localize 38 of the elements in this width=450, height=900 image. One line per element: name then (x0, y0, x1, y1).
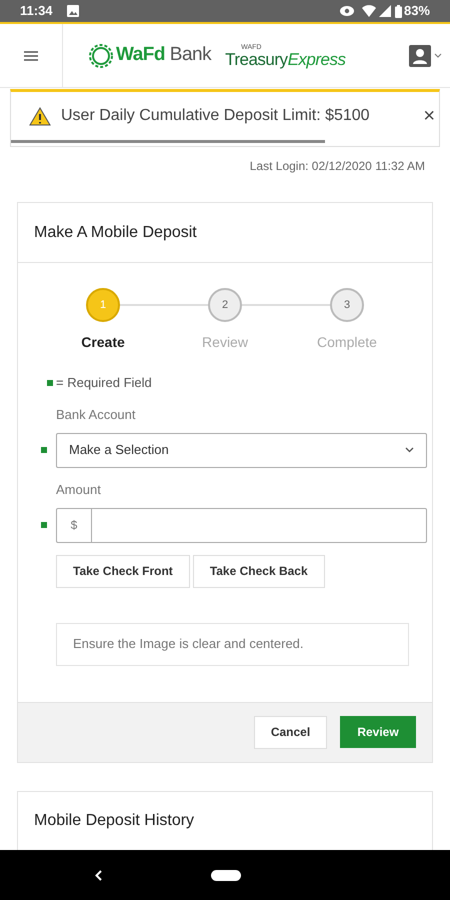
required-legend: = Required Field (56, 373, 152, 392)
field-label: Bank Account (56, 406, 136, 422)
home-icon[interactable] (211, 870, 241, 880)
card-title: Mobile Deposit History (34, 811, 194, 831)
step-label: Create (81, 333, 125, 352)
amount-field[interactable]: $ (56, 508, 427, 542)
last-login-text: Last Login: 02/12/2020 11:32 AM (250, 158, 425, 175)
cancel-button[interactable]: Cancel (254, 716, 327, 748)
capture-button[interactable]: Take Check Back (192, 554, 325, 588)
battery-icon (394, 4, 402, 18)
wifi-icon (362, 5, 376, 17)
close-button[interactable]: × (423, 106, 435, 126)
wreath-logo-icon (89, 42, 113, 68)
image-icon (66, 5, 79, 17)
hint-text: Ensure the Image is clear and centered. (73, 635, 304, 654)
required-marker (47, 380, 53, 386)
step-label: Complete (317, 333, 377, 352)
card-title: Make A Mobile Deposit (34, 222, 197, 242)
user-icon (409, 44, 431, 66)
chevron-down-icon (434, 53, 442, 58)
bank-account-select[interactable]: Make a Selection (56, 432, 427, 468)
back-icon[interactable] (95, 870, 102, 880)
alert-message: User Daily Cumulative Deposit Limit: $5100 (61, 106, 370, 126)
eye-icon (340, 6, 354, 16)
warning-icon (29, 106, 51, 126)
step-label: Review (202, 333, 248, 352)
battery-level: 83% (404, 2, 430, 20)
status-time: 11:34 (20, 2, 53, 20)
field-label: Amount (56, 482, 101, 496)
product-logo-text: TreasuryExpress (225, 50, 346, 68)
chevron-down-icon (405, 447, 414, 453)
bank-logo-text: WaFd Bank (116, 43, 212, 68)
currency-prefix: $ (57, 508, 92, 542)
profile-button[interactable] (409, 44, 442, 66)
capture-button[interactable]: Take Check Front (56, 554, 190, 588)
menu-icon (24, 50, 38, 60)
review-button[interactable]: Review (340, 716, 416, 748)
signal-icon (378, 5, 391, 17)
